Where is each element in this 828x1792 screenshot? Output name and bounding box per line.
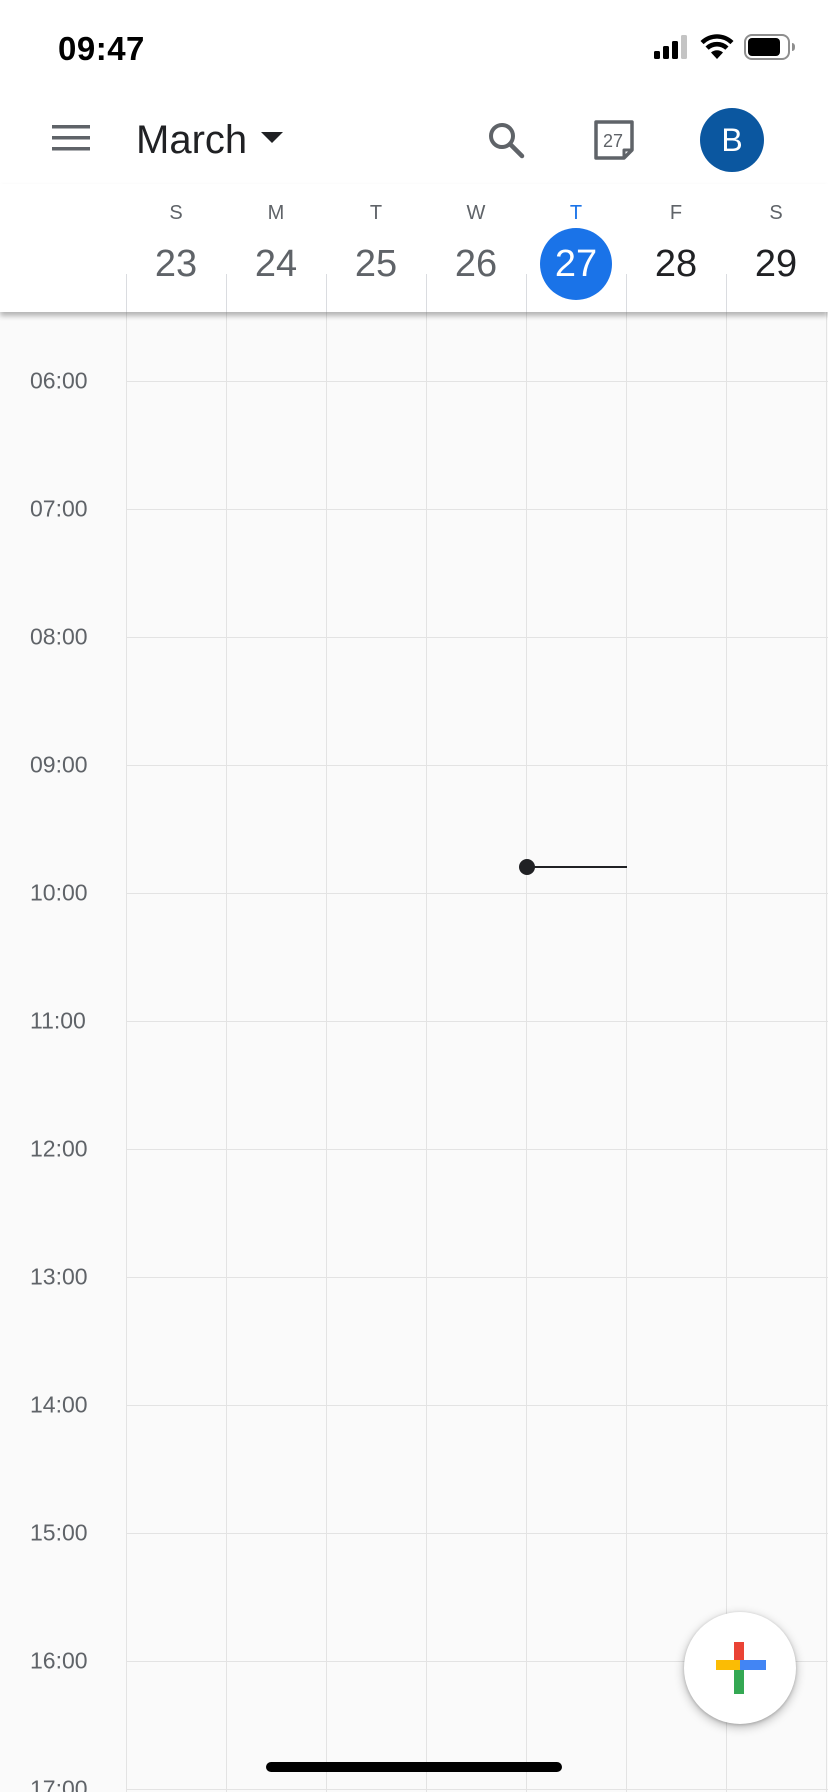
day-column-header-today[interactable]: T 27 — [526, 184, 626, 312]
column-divider — [626, 274, 627, 312]
hour-label: 09:00 — [30, 751, 88, 778]
day-letter: S — [169, 202, 183, 224]
calendar-today-icon: 27 — [592, 118, 636, 167]
day-number: 28 — [654, 242, 698, 285]
day-letter: S — [769, 202, 783, 224]
column-divider — [226, 312, 227, 1792]
day-column-header[interactable]: T 25 — [326, 184, 426, 312]
plus-segment-blue — [740, 1660, 766, 1670]
hour-gridline — [126, 381, 828, 382]
hour-label: 15:00 — [30, 1519, 88, 1546]
day-number: 25 — [354, 242, 398, 285]
plus-segment-yellow — [716, 1660, 740, 1670]
hamburger-menu-icon — [52, 124, 90, 157]
day-column-header[interactable]: S 23 — [126, 184, 226, 312]
day-number: 26 — [454, 242, 498, 285]
column-divider — [426, 312, 427, 1792]
day-letter: T — [369, 202, 383, 224]
day-number: 29 — [754, 242, 798, 285]
week-timeline-grid[interactable]: 06:00 07:00 08:00 09:00 10:00 11:00 12:0… — [0, 312, 828, 1792]
hour-gridline — [126, 1533, 828, 1534]
day-letter: W — [466, 202, 486, 224]
column-divider — [526, 312, 527, 1792]
hour-label: 08:00 — [30, 623, 88, 650]
menu-button[interactable] — [40, 116, 102, 164]
wifi-icon — [700, 34, 734, 65]
day-letter: T — [569, 202, 583, 224]
day-column-header[interactable]: M 24 — [226, 184, 326, 312]
status-time: 09:47 — [58, 30, 145, 67]
hour-gridline — [126, 1405, 828, 1406]
day-number: 23 — [154, 242, 198, 285]
hour-gridline — [126, 893, 828, 894]
week-header: S 23 M 24 T 25 W 26 T 27 F 28 S 29 — [0, 184, 828, 312]
today-icon-day: 27 — [603, 131, 623, 151]
caret-down-icon — [261, 131, 284, 149]
hour-gridline — [126, 509, 828, 510]
column-divider — [826, 312, 827, 1792]
hour-gridline — [126, 1789, 828, 1790]
hour-label: 10:00 — [30, 879, 88, 906]
hour-label: 12:00 — [30, 1135, 88, 1162]
day-letter: F — [669, 202, 683, 224]
hour-label: 14:00 — [30, 1391, 88, 1418]
hour-gridline — [126, 637, 828, 638]
day-number: 24 — [254, 242, 298, 285]
column-divider — [326, 274, 327, 312]
hour-label: 11:00 — [30, 1007, 86, 1034]
search-icon — [487, 121, 525, 164]
hour-gridline — [126, 765, 828, 766]
month-selector[interactable]: March — [136, 116, 284, 164]
hour-gridline — [126, 1277, 828, 1278]
day-column-header[interactable]: W 26 — [426, 184, 526, 312]
battery-icon — [744, 34, 796, 65]
column-divider — [226, 274, 227, 312]
column-divider — [526, 274, 527, 312]
month-label: March — [136, 117, 248, 162]
hour-gridline — [126, 1021, 828, 1022]
jump-to-today-button[interactable]: 27 — [586, 114, 642, 170]
calendar-screen: 09:47 March 27 B S 23 M 24 T 25 W 26 T 2… — [0, 0, 828, 1792]
search-button[interactable] — [476, 112, 536, 172]
column-divider — [726, 274, 727, 312]
app-bar: March 27 B — [0, 96, 828, 184]
status-bar: 09:47 — [0, 0, 828, 96]
hour-label: 13:00 — [30, 1263, 88, 1290]
hour-label: 17:00 — [30, 1775, 88, 1792]
current-time-line — [527, 866, 627, 868]
day-column-header[interactable]: S 29 — [726, 184, 826, 312]
account-avatar[interactable]: B — [700, 108, 764, 172]
day-letter: M — [267, 202, 285, 224]
column-divider — [726, 312, 727, 1792]
plus-segment-green — [734, 1670, 744, 1694]
create-event-button[interactable] — [684, 1612, 796, 1724]
day-column-header[interactable]: F 28 — [626, 184, 726, 312]
today-day-number: 27 — [540, 228, 612, 300]
status-icons — [654, 34, 796, 65]
cellular-signal-icon — [654, 35, 690, 64]
hour-label: 07:00 — [30, 495, 88, 522]
hour-label: 16:00 — [30, 1647, 88, 1674]
home-indicator[interactable] — [266, 1762, 562, 1772]
column-divider — [426, 274, 427, 312]
hour-label: 06:00 — [30, 367, 88, 394]
column-divider — [626, 312, 627, 1792]
column-divider — [126, 274, 127, 312]
column-divider — [326, 312, 327, 1792]
column-divider — [126, 312, 127, 1792]
hour-gridline — [126, 1149, 828, 1150]
